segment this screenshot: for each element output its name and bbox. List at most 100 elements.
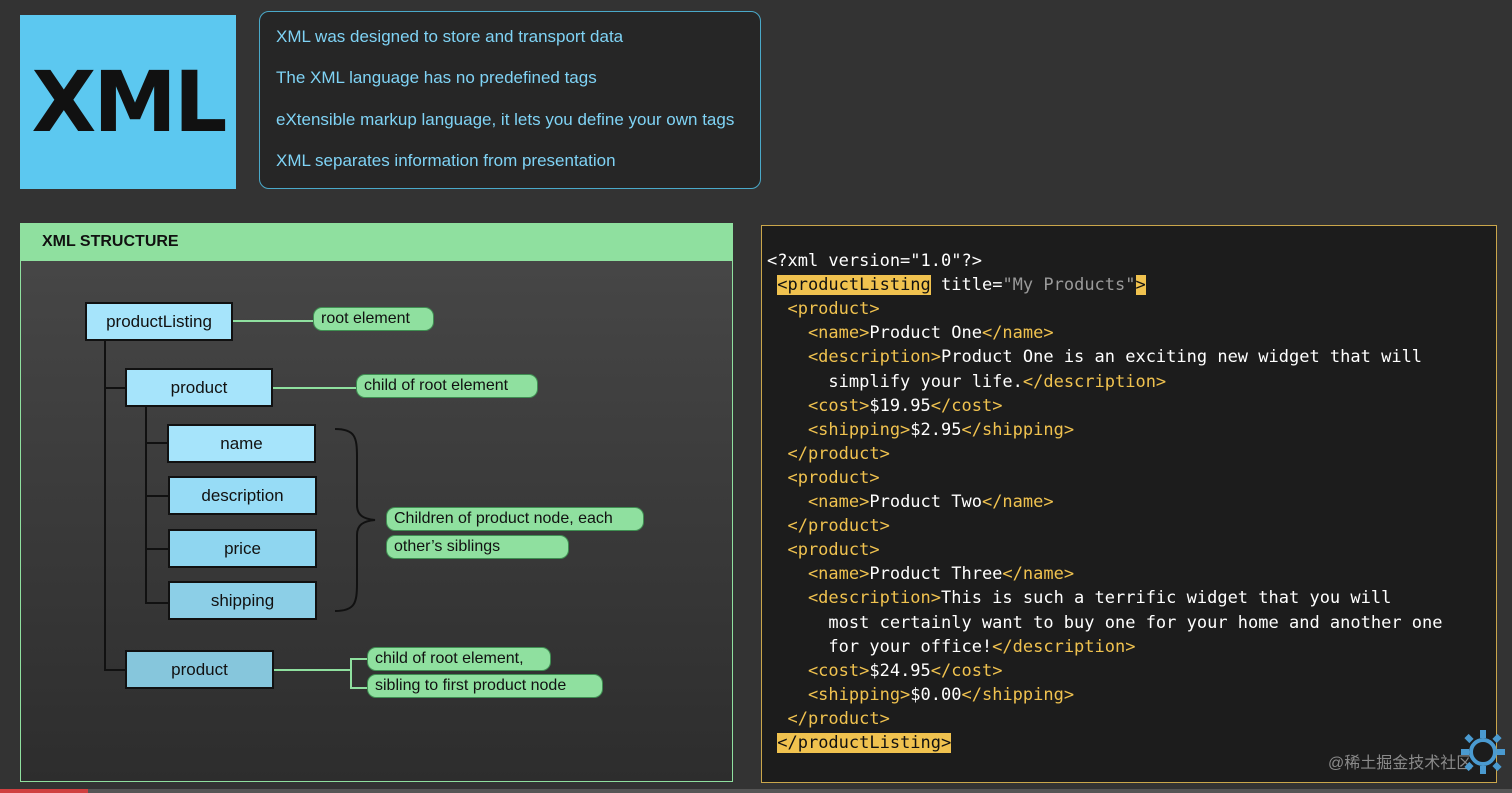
- code-line: <productListing title="My Products">: [767, 273, 1146, 297]
- code-token: <name>: [767, 492, 870, 512]
- bottom-progress-bar: [0, 789, 1512, 793]
- code-token: </productListing>: [777, 733, 952, 753]
- code-line: <cost>$19.95</cost>: [767, 394, 1003, 418]
- code-line: </product>: [767, 707, 890, 731]
- xml-structure-panel: XML STRUCTURE productListing product nam…: [20, 223, 733, 782]
- node-name: name: [167, 424, 316, 463]
- node-product-listing: productListing: [85, 302, 233, 341]
- code-token: <description>: [767, 347, 941, 368]
- fact-item: The XML language has no predefined tags: [276, 68, 597, 87]
- xml-code-panel: <?xml version="1.0"?> <productListing ti…: [761, 225, 1497, 783]
- label-connector: [273, 669, 350, 671]
- tree-trunk-line: [104, 340, 106, 670]
- code-token: <product>: [767, 299, 880, 320]
- code-line: <name>Product Three</name>: [767, 562, 1074, 586]
- code-token: $24.95: [869, 660, 931, 681]
- code-token: title=: [930, 275, 1003, 296]
- code-token: simplify your life.: [767, 371, 1023, 392]
- tree-branch-line: [145, 548, 170, 550]
- code-token: <shipping>: [767, 684, 911, 705]
- code-line: <product>: [767, 466, 880, 490]
- code-token: </shipping>: [961, 419, 1075, 440]
- code-token: Product One is an exciting new widget th…: [941, 347, 1423, 368]
- code-line: for your office!</description>: [767, 635, 1135, 659]
- code-token: <cost>: [767, 395, 870, 416]
- code-token: <product>: [767, 540, 880, 561]
- code-token: <shipping>: [767, 419, 911, 440]
- label-sibling-to-first: sibling to first product node: [367, 674, 603, 698]
- code-token: </description>: [1022, 371, 1167, 392]
- tree-branch-line: [145, 442, 169, 444]
- code-token: </name>: [1002, 564, 1075, 585]
- label-connector: [350, 658, 352, 688]
- label-child-of-root: child of root element: [356, 374, 538, 398]
- label-connector: [350, 687, 368, 689]
- code-token: Product Three: [869, 564, 1003, 585]
- fact-item: XML was designed to store and transport …: [276, 27, 624, 46]
- code-token: $2.95: [910, 419, 962, 440]
- code-line: <product>: [767, 538, 880, 562]
- code-token: <name>: [767, 564, 870, 585]
- code-token: <cost>: [767, 660, 870, 681]
- tree-branch-line: [145, 495, 170, 497]
- fact-item: XML separates information from presentat…: [276, 151, 616, 170]
- progress-fill: [0, 789, 88, 793]
- code-line: simplify your life.</description>: [767, 370, 1166, 394]
- code-line: </product>: [767, 514, 890, 538]
- label-siblings: other’s siblings: [386, 535, 569, 559]
- node-product: product: [125, 368, 273, 407]
- code-token: >: [1135, 275, 1146, 296]
- fact-item: eXtensible markup language, it lets you …: [276, 110, 735, 129]
- node-product-second: product: [125, 650, 274, 689]
- structure-header: XML STRUCTURE: [21, 224, 732, 261]
- code-line: </productListing>: [767, 731, 952, 755]
- node-price: price: [168, 529, 317, 568]
- code-token: </description>: [992, 636, 1136, 657]
- code-token: "My Products": [1002, 275, 1136, 296]
- facts-box: XML was designed to store and transport …: [259, 11, 761, 189]
- tree-branch-line: [104, 669, 127, 671]
- label-child-of-root-second: child of root element,: [367, 647, 551, 671]
- xml-logo: XML: [20, 15, 236, 189]
- code-token: most certainly want to buy one for your …: [767, 612, 1443, 633]
- code-token: <description>: [767, 588, 941, 609]
- code-token: $0.00: [910, 684, 962, 705]
- xml-logo-text: XML: [31, 53, 228, 151]
- code-line: <?xml version="1.0"?>: [767, 249, 982, 273]
- code-line: <shipping>$0.00</shipping>: [767, 683, 1074, 707]
- curly-brace: [334, 428, 376, 612]
- code-token: for your office!: [767, 636, 993, 657]
- gear-icon: [1461, 730, 1505, 774]
- code-token: <?xml version="1.0"?>: [767, 251, 982, 271]
- structure-title: XML STRUCTURE: [42, 233, 179, 250]
- code-token: </cost>: [930, 660, 1003, 681]
- code-line: <cost>$24.95</cost>: [767, 659, 1003, 683]
- code-token: </name>: [981, 323, 1054, 344]
- code-token: <name>: [767, 323, 870, 344]
- code-token: </product>: [767, 443, 890, 464]
- code-token: </product>: [767, 708, 890, 729]
- label-children-of-product: Children of product node, each: [386, 507, 644, 531]
- watermark: @稀土掘金技术社区: [1328, 755, 1473, 772]
- code-token: <product>: [767, 467, 880, 488]
- code-line: <name>Product Two</name>: [767, 490, 1054, 514]
- label-connector: [233, 320, 313, 322]
- node-shipping: shipping: [168, 581, 317, 620]
- label-connector: [350, 658, 368, 660]
- code-token: Product One: [869, 323, 982, 344]
- code-line: <name>Product One</name>: [767, 321, 1054, 345]
- code-token: $19.95: [869, 395, 931, 416]
- code-line: </product>: [767, 442, 890, 466]
- tree-branch-line: [104, 387, 127, 389]
- code-token: </shipping>: [961, 684, 1075, 705]
- code-line: most certainly want to buy one for your …: [767, 611, 1443, 635]
- code-token: Product Two: [869, 492, 982, 512]
- code-line: <description>This is such a terrific wid…: [767, 586, 1391, 610]
- code-line: <shipping>$2.95</shipping>: [767, 418, 1074, 442]
- label-connector: [273, 387, 357, 389]
- code-token: </product>: [767, 516, 890, 537]
- code-token: <productListing: [777, 275, 931, 296]
- tree-branch-line: [145, 602, 170, 604]
